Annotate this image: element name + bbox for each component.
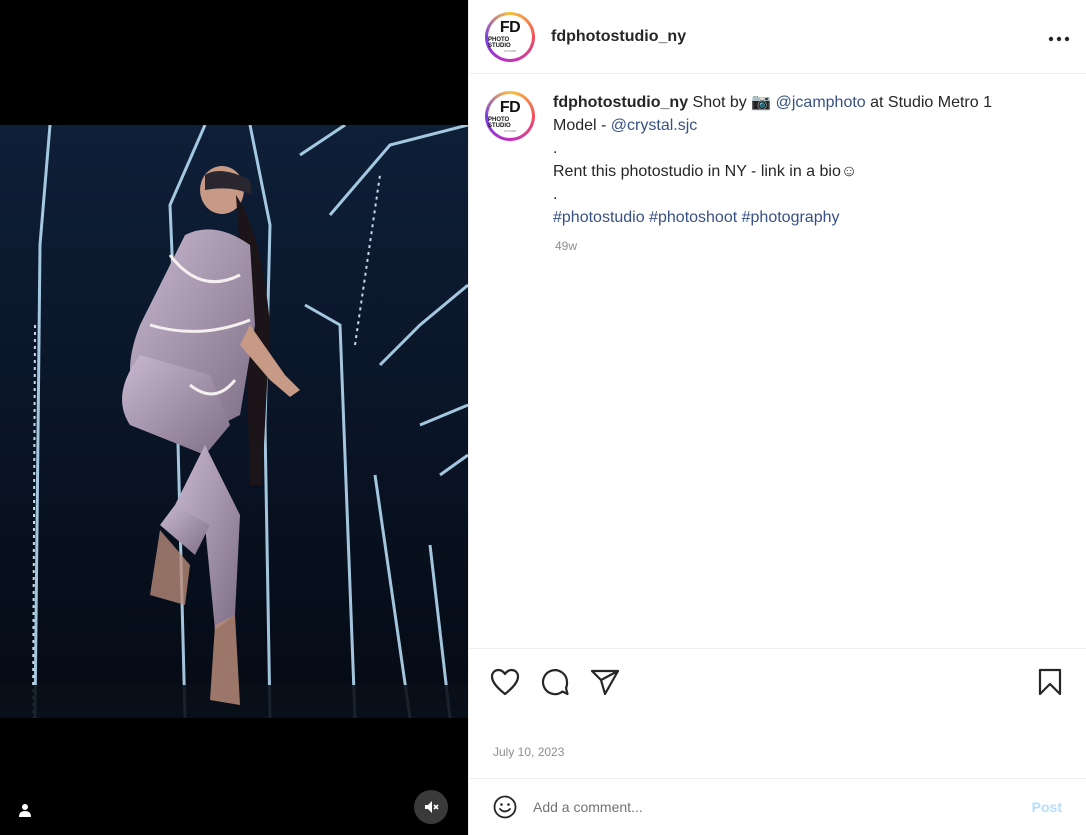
post-comment-button[interactable]: Post <box>1032 799 1062 815</box>
post-date[interactable]: July 10, 2023 <box>493 745 564 759</box>
more-options-button[interactable] <box>1048 25 1070 48</box>
avatar-logo: FD PHOTO STUDIO NY.COM <box>488 14 532 59</box>
caption-shot-by: Shot by <box>688 94 752 111</box>
camera-emoji: 📷 <box>751 94 772 111</box>
caption-avatar-logo-sub: PHOTO STUDIO <box>488 116 511 129</box>
share-button[interactable] <box>589 666 621 698</box>
emoji-icon <box>493 795 517 819</box>
caption-model-prefix: Model - <box>553 117 611 134</box>
user-tag-icon <box>19 804 31 817</box>
mute-button[interactable] <box>414 790 448 824</box>
caption-dot-1: . <box>553 140 558 157</box>
avatar[interactable]: FD PHOTO STUDIO NY.COM <box>485 11 535 62</box>
caption-dot-2: . <box>553 186 558 203</box>
avatar-logo-sub: PHOTO STUDIO <box>488 37 511 49</box>
caption-studio: at Studio Metro 1 <box>865 94 992 111</box>
hashtag-link[interactable]: #photostudio <box>553 209 645 226</box>
caption-username[interactable]: fdphotostudio_ny <box>553 94 688 111</box>
send-icon <box>590 669 620 695</box>
caption-area: FD PHOTO STUDIO NY.COM fdphotostudio_ny … <box>469 75 1086 648</box>
relative-time[interactable]: 49w <box>555 235 1053 258</box>
muted-speaker-icon <box>425 801 439 813</box>
caption-hashtags: #photostudio #photoshoot #photography <box>553 206 1053 229</box>
action-bar <box>469 648 1086 714</box>
post-details-panel: FD PHOTO STUDIO NY.COM fdphotostudio_ny … <box>468 0 1086 835</box>
hashtag-link[interactable]: #photography <box>742 209 840 226</box>
caption-avatar-logo-main: FD <box>499 98 521 116</box>
caption-rent-line: Rent this photostudio in NY - link in a … <box>553 163 858 180</box>
post-media <box>0 0 468 835</box>
comment-bar: Post <box>469 778 1086 835</box>
hashtag-link[interactable]: #photoshoot <box>649 209 737 226</box>
caption-avatar-logo-tiny: NY.COM <box>504 128 516 133</box>
user-tags-button[interactable] <box>12 797 38 823</box>
caption-line-1: fdphotostudio_ny Shot by 📷 @jcamphoto at… <box>553 91 1053 114</box>
emoji-button[interactable] <box>493 795 517 819</box>
photo-illustration <box>0 125 468 718</box>
comment-icon <box>541 668 569 695</box>
comment-input[interactable] <box>531 798 1032 816</box>
post-header: FD PHOTO STUDIO NY.COM fdphotostudio_ny <box>469 0 1086 74</box>
caption-text: fdphotostudio_ny Shot by 📷 @jcamphoto at… <box>553 91 1053 258</box>
more-options-icon <box>1048 36 1070 42</box>
header-username[interactable]: fdphotostudio_ny <box>551 28 686 46</box>
save-button[interactable] <box>1034 666 1066 698</box>
post-photo[interactable] <box>0 125 468 718</box>
avatar-logo-main: FD <box>499 19 521 36</box>
like-button[interactable] <box>489 666 521 698</box>
caption-row: FD PHOTO STUDIO NY.COM fdphotostudio_ny … <box>485 91 1070 258</box>
heart-icon <box>490 668 520 695</box>
caption-avatar[interactable]: FD PHOTO STUDIO NY.COM <box>485 91 535 141</box>
caption-avatar-logo: FD PHOTO STUDIO NY.COM <box>488 94 532 138</box>
mention-jcamphoto[interactable]: @jcamphoto <box>776 94 866 111</box>
avatar-logo-tiny: NY.COM <box>504 49 516 53</box>
mention-crystal[interactable]: @crystal.sjc <box>611 117 697 134</box>
comment-button[interactable] <box>539 666 571 698</box>
bookmark-icon <box>1038 668 1062 695</box>
caption-line-2: Model - @crystal.sjc <box>553 114 1053 137</box>
